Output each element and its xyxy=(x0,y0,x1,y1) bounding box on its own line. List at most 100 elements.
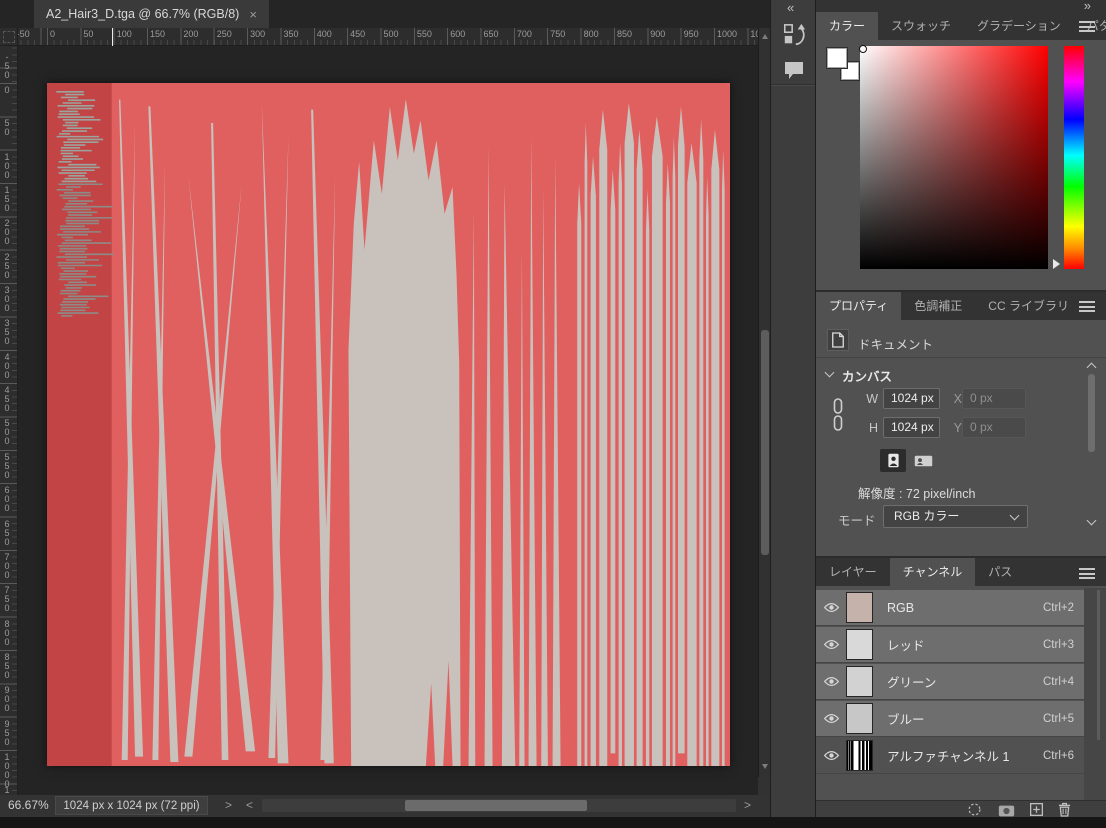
channel-row-alpha[interactable]: アルファチャンネル 1 Ctrl+6 xyxy=(816,738,1084,774)
visibility-toggle[interactable] xyxy=(816,713,846,724)
mask-icon xyxy=(998,805,1015,817)
portrait-icon xyxy=(885,452,902,469)
properties-panel-menu-icon[interactable] xyxy=(1079,301,1095,312)
tab-channels[interactable]: チャンネル xyxy=(890,558,976,586)
scroll-up-icon[interactable] xyxy=(1087,363,1097,373)
ruler-label: 450 xyxy=(350,29,365,39)
height-label: H xyxy=(862,421,878,435)
ruler-label: 950 xyxy=(2,719,12,746)
properties-panel-tabs: プロパティ 色調補正 CC ライブラリ xyxy=(816,292,1106,320)
notes-panel-button[interactable] xyxy=(780,55,808,85)
height-field[interactable]: 1024 px xyxy=(883,417,940,438)
channel-name: レッド xyxy=(887,635,1043,654)
ruler-label: 600 xyxy=(2,485,12,512)
visibility-toggle[interactable] xyxy=(816,602,846,613)
color-panel-menu-icon[interactable] xyxy=(1079,21,1095,32)
mode-dropdown[interactable]: RGB カラー xyxy=(883,505,1028,528)
landscape-orientation-button[interactable] xyxy=(910,449,936,472)
ruler-label: 100 xyxy=(2,152,12,179)
channels-scrollbar[interactable] xyxy=(1084,588,1106,800)
delete-channel-button[interactable] xyxy=(1058,802,1071,822)
ruler-label: 200 xyxy=(183,29,198,39)
panel-icon-strip: « xyxy=(770,0,815,817)
ruler-label: 50 xyxy=(83,29,93,39)
horizontal-scrollbar[interactable] xyxy=(262,799,736,812)
portrait-orientation-button[interactable] xyxy=(880,449,906,472)
tab-cc-libraries[interactable]: CC ライブラリ xyxy=(975,292,1082,320)
photoshop-window: A2_Hair3_D.tga @ 66.7% (RGB/8) × -500501… xyxy=(0,0,1106,828)
x-label: X xyxy=(946,392,962,406)
ruler-origin-box[interactable] xyxy=(0,28,18,46)
channel-shortcut: Ctrl+5 xyxy=(1043,713,1074,725)
tab-adjustments[interactable]: 色調補正 xyxy=(901,292,975,320)
eye-icon xyxy=(823,713,840,724)
horizontal-scrollbar-thumb[interactable] xyxy=(405,800,587,811)
document-type-button[interactable] xyxy=(827,329,849,351)
tab-gradients[interactable]: グラデーション xyxy=(964,12,1074,40)
ruler-label: 900 xyxy=(650,29,665,39)
close-icon[interactable]: × xyxy=(249,7,257,22)
foreground-color-swatch[interactable] xyxy=(827,48,847,68)
channel-row-green[interactable]: グリーン Ctrl+4 xyxy=(816,664,1084,700)
mode-label: モード xyxy=(838,510,876,529)
visibility-toggle[interactable] xyxy=(816,676,846,687)
zoom-level-field[interactable]: 66.67% xyxy=(8,798,49,812)
channels-panel-tabs: レイヤー チャンネル パス xyxy=(816,558,1106,586)
scroll-down-icon[interactable] xyxy=(1087,516,1097,526)
channels-footer xyxy=(816,800,1106,817)
tab-swatches[interactable]: スウォッチ xyxy=(878,12,964,40)
ruler-label: 650 xyxy=(484,29,499,39)
history-panel-button[interactable] xyxy=(780,20,808,50)
channel-row-blue[interactable]: ブルー Ctrl+5 xyxy=(816,701,1084,737)
ruler-label: -50 xyxy=(2,52,12,79)
tab-color[interactable]: カラー xyxy=(816,12,878,40)
vertical-scrollbar-thumb[interactable] xyxy=(761,330,769,555)
ruler-label: 900 xyxy=(2,685,12,712)
color-field-cursor[interactable] xyxy=(859,45,867,53)
saturation-brightness-field[interactable] xyxy=(860,46,1048,269)
scroll-right-icon[interactable]: > xyxy=(744,798,751,812)
collapse-panels-icon[interactable]: « xyxy=(787,0,794,15)
tab-layers[interactable]: レイヤー xyxy=(816,558,890,586)
document-label: ドキュメント xyxy=(858,334,933,353)
horizontal-ruler[interactable]: -500501001502002503003504004505005506006… xyxy=(18,28,758,46)
channel-row-red[interactable]: レッド Ctrl+3 xyxy=(816,627,1084,663)
hue-slider[interactable] xyxy=(1064,46,1084,269)
width-label: W xyxy=(862,392,878,406)
plus-icon xyxy=(1030,803,1043,816)
ruler-label: 1050 xyxy=(750,29,758,39)
canvas-section-header[interactable]: カンバス xyxy=(842,366,892,385)
visibility-toggle[interactable] xyxy=(816,750,846,761)
channel-thumbnail xyxy=(846,592,873,623)
new-channel-button[interactable] xyxy=(1030,803,1043,821)
hue-slider-pointer[interactable] xyxy=(1053,259,1060,269)
canvas-image[interactable] xyxy=(47,83,730,766)
width-field[interactable]: 1024 px xyxy=(883,388,940,409)
save-selection-button[interactable] xyxy=(998,804,1015,822)
channels-panel-menu-icon[interactable] xyxy=(1079,568,1095,579)
comment-bubble-icon xyxy=(783,60,805,80)
document-tab[interactable]: A2_Hair3_D.tga @ 66.7% (RGB/8) × xyxy=(34,0,269,28)
load-selection-button[interactable] xyxy=(968,803,981,821)
scroll-down-icon[interactable] xyxy=(762,764,768,769)
visibility-toggle[interactable] xyxy=(816,639,846,650)
link-dimensions-icon[interactable] xyxy=(832,395,844,438)
document-tabbar: A2_Hair3_D.tga @ 66.7% (RGB/8) × xyxy=(0,0,770,28)
channel-row-rgb[interactable]: RGB Ctrl+2 xyxy=(816,590,1084,626)
tab-properties[interactable]: プロパティ xyxy=(816,292,901,320)
properties-scrollbar[interactable] xyxy=(1087,362,1097,542)
vertical-scrollbar[interactable] xyxy=(758,28,770,777)
status-next-icon[interactable]: > xyxy=(225,798,232,812)
channels-panel: RGB Ctrl+2 レッド Ctrl+3 グリーン Ctrl+4 ブルー Ct… xyxy=(816,588,1106,800)
chevron-down-icon[interactable] xyxy=(825,368,835,378)
vertical-ruler[interactable]: -500501001502002503003504004505005506006… xyxy=(0,46,18,795)
document-size-box[interactable]: 1024 px x 1024 px (72 ppi) xyxy=(55,796,208,815)
status-prev-icon[interactable]: < xyxy=(246,798,253,812)
properties-scrollbar-thumb[interactable] xyxy=(1088,374,1095,452)
status-bar: 66.67% 1024 px x 1024 px (72 ppi) > < > xyxy=(0,795,770,817)
scroll-up-icon[interactable] xyxy=(762,34,768,39)
tab-paths[interactable]: パス xyxy=(975,558,1025,586)
document-icon xyxy=(831,332,845,348)
ruler-label: 100 xyxy=(117,29,132,39)
color-panel xyxy=(816,40,1106,290)
